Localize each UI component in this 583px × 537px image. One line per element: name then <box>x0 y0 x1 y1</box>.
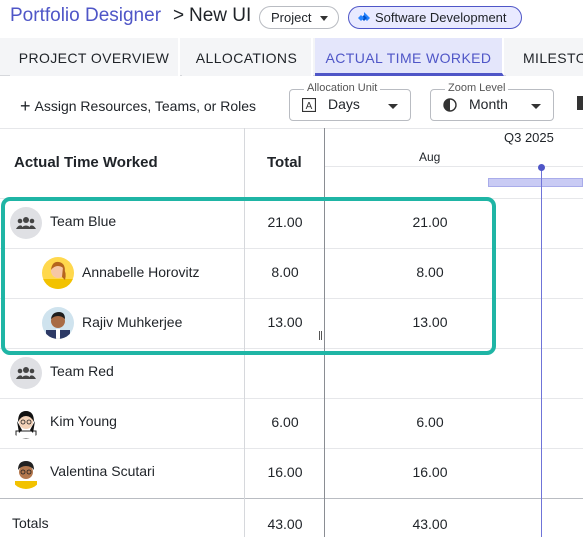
plus-icon: + <box>20 96 31 116</box>
quarter-label: Q3 2025 <box>504 130 554 145</box>
assign-resources-button[interactable]: + Assign Resources, Teams, or Roles <box>20 95 256 116</box>
tab-project-overview[interactable]: PROJECT OVERVIEW <box>10 38 180 76</box>
row-name: Valentina Scutari <box>50 463 155 479</box>
jira-icon <box>358 12 370 21</box>
row-name: Kim Young <box>50 413 117 429</box>
today-marker-dot <box>538 164 545 171</box>
time-grid: Actual Time Worked Total Q3 2025 Aug Tea… <box>0 128 583 537</box>
category-label: Software Development <box>375 10 507 25</box>
column-resize-handle[interactable] <box>319 331 322 340</box>
category-pill[interactable]: Software Development <box>348 6 522 29</box>
table-row[interactable]: Kim Young 6.00 6.00 <box>0 398 583 448</box>
month-label: Aug <box>419 150 441 164</box>
chevron-down-icon <box>531 104 541 109</box>
row-aug-value[interactable]: 16.00 <box>325 464 535 480</box>
avatar <box>10 407 42 439</box>
tab-actual-time-worked[interactable]: ACTUAL TIME WORKED <box>315 38 504 76</box>
totals-label: Totals <box>12 515 49 531</box>
tab-milestones[interactable]: MILESTO <box>506 38 583 76</box>
unit-letter-icon: A <box>302 98 316 112</box>
zoom-level-select[interactable]: Zoom Level Month <box>430 82 554 121</box>
row-total: 6.00 <box>271 414 299 430</box>
assign-label: Assign Resources, Teams, or Roles <box>34 98 257 114</box>
name-column-header: Actual Time Worked <box>14 154 158 171</box>
chevron-down-icon <box>320 16 328 21</box>
app-header: Portfolio Designer > New UI Project Soft… <box>0 0 583 36</box>
totals-aug: 43.00 <box>412 516 448 532</box>
tab-allocations[interactable]: ALLOCATIONS <box>182 38 313 76</box>
row-aug-value[interactable]: 6.00 <box>325 414 535 430</box>
breadcrumb-separator: > <box>173 5 185 26</box>
zoom-level-value: Month <box>469 96 508 112</box>
grid-divider <box>0 128 583 129</box>
project-type-dropdown[interactable]: Project <box>259 6 339 29</box>
page-title: New UI <box>189 5 252 26</box>
tab-bar: PROJECT OVERVIEW ALLOCATIONS ACTUAL TIME… <box>0 38 583 76</box>
team-icon <box>10 357 42 389</box>
allocation-unit-legend: Allocation Unit <box>304 82 381 94</box>
chevron-down-icon <box>388 104 398 109</box>
totals-divider <box>0 498 583 499</box>
svg-text:A: A <box>306 101 313 112</box>
export-icon[interactable] <box>577 96 583 110</box>
row-name: Team Red <box>50 363 114 379</box>
timeline-range-bar[interactable] <box>488 178 583 187</box>
table-row[interactable]: Valentina Scutari 16.00 16.00 <box>0 448 583 498</box>
totals-total: 43.00 <box>267 516 303 532</box>
allocation-unit-value: Days <box>328 96 360 112</box>
toolbar: + Assign Resources, Teams, or Roles Alloc… <box>0 76 583 128</box>
allocation-unit-select[interactable]: Allocation Unit A Days <box>289 82 411 121</box>
breadcrumb-portfolio-designer[interactable]: Portfolio Designer <box>10 5 161 27</box>
avatar <box>10 457 42 489</box>
project-type-label: Project <box>271 10 312 25</box>
table-row[interactable]: Team Red <box>0 348 583 398</box>
zoom-circle-icon <box>443 98 457 112</box>
team-blue-highlight <box>1 197 496 355</box>
total-column-header: Total <box>267 154 302 171</box>
zoom-level-legend: Zoom Level <box>445 82 509 94</box>
row-total: 16.00 <box>267 464 303 480</box>
